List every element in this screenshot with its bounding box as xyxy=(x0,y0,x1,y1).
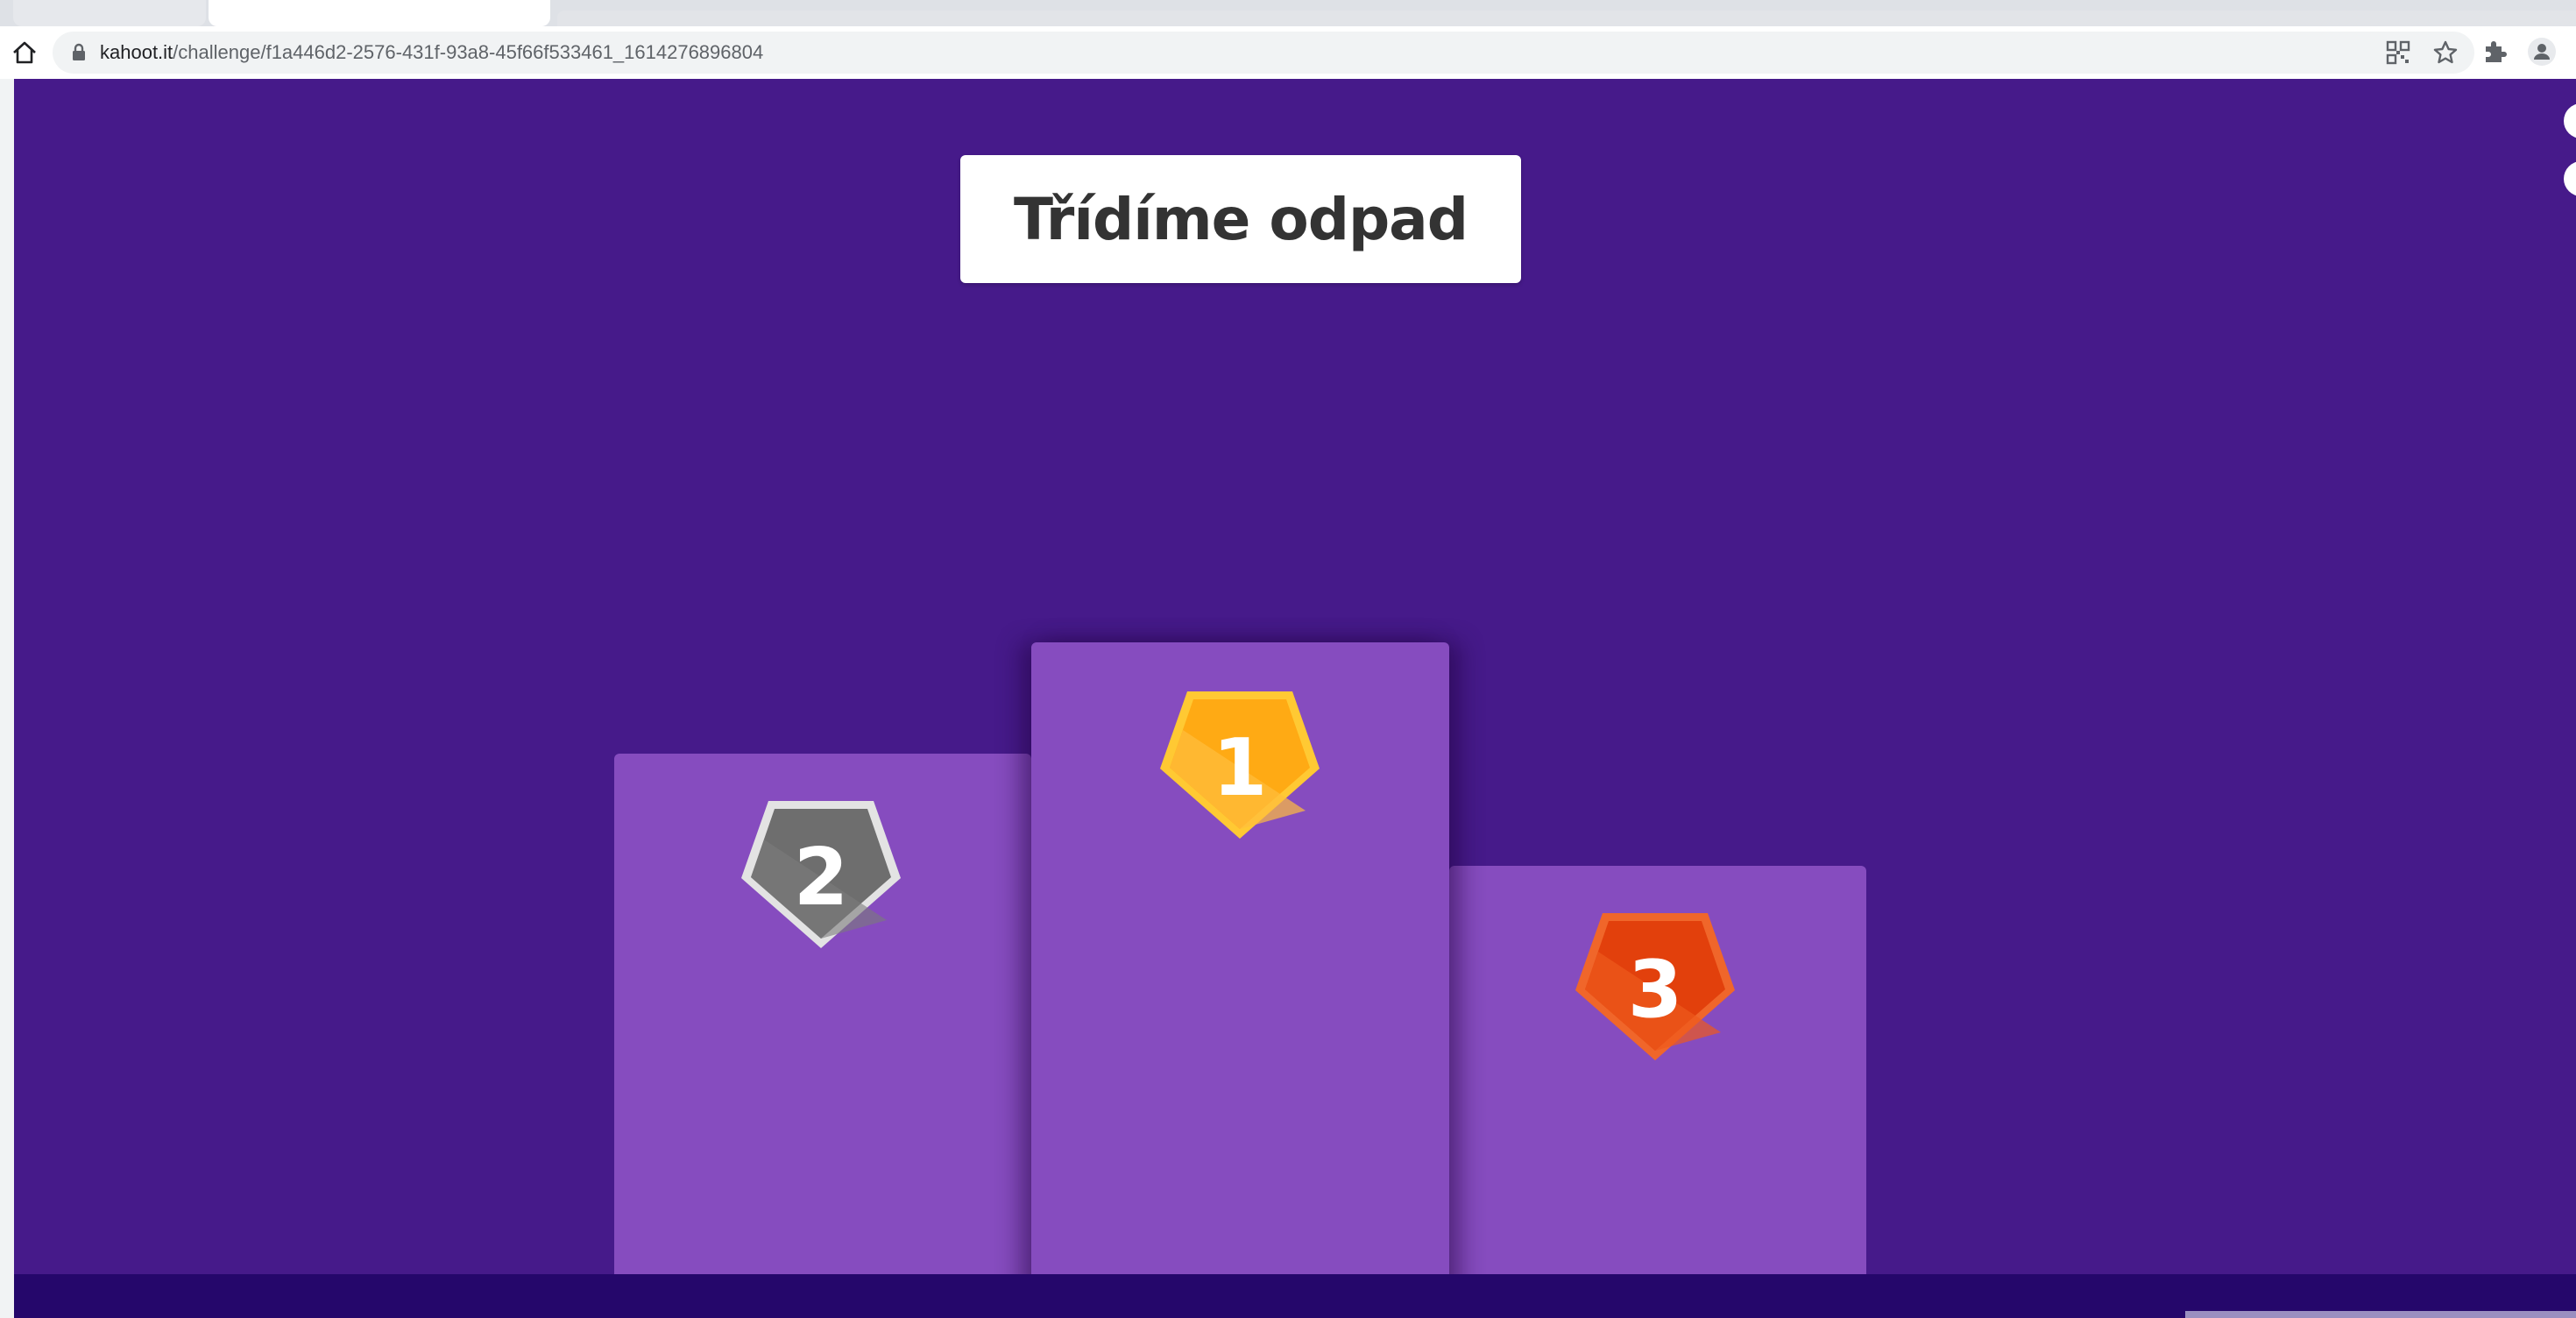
gold-medal-badge: 1 xyxy=(1157,688,1323,847)
quiz-title-card: Třídíme odpad xyxy=(960,155,1521,283)
rank-1-label: 1 xyxy=(1213,722,1268,814)
side-control-bottom[interactable] xyxy=(2564,161,2576,196)
bottom-panel-tab[interactable] xyxy=(2185,1311,2576,1318)
tab-strip xyxy=(0,0,2576,26)
url-host: kahoot.it xyxy=(100,41,173,63)
quiz-title: Třídíme odpad xyxy=(1014,185,1468,253)
browser-tab[interactable] xyxy=(13,0,206,26)
extensions-puzzle-icon[interactable] xyxy=(2480,37,2509,67)
browser-tab-active[interactable] xyxy=(209,0,550,26)
address-bar[interactable]: kahoot.it/challenge/f1a446d2-2576-431f-9… xyxy=(53,32,2474,74)
rank-2-label: 2 xyxy=(794,832,849,924)
podium-first-place: 1 xyxy=(1031,642,1449,1318)
tab-strip-background xyxy=(557,11,2576,26)
podium-third-place: 3 xyxy=(1449,866,1866,1318)
kahoot-page: Třídíme odpad 2 1 3 xyxy=(14,79,2576,1318)
side-control-top[interactable] xyxy=(2564,103,2576,138)
home-icon[interactable] xyxy=(11,39,39,67)
bookmark-star-icon[interactable] xyxy=(2431,38,2460,67)
profile-avatar-icon[interactable] xyxy=(2527,37,2557,67)
lock-icon[interactable] xyxy=(68,42,89,63)
browser-toolbar: kahoot.it/challenge/f1a446d2-2576-431f-9… xyxy=(0,26,2576,79)
silver-medal-badge: 2 xyxy=(738,797,904,956)
url-path: /challenge/f1a446d2-2576-431f-93a8-45f66… xyxy=(173,41,764,63)
bronze-medal-badge: 3 xyxy=(1572,910,1738,1068)
rank-3-label: 3 xyxy=(1628,944,1683,1036)
url-text[interactable]: kahoot.it/challenge/f1a446d2-2576-431f-9… xyxy=(100,32,763,74)
podium-second-place: 2 xyxy=(614,754,1031,1318)
qr-code-icon[interactable] xyxy=(2383,38,2413,67)
